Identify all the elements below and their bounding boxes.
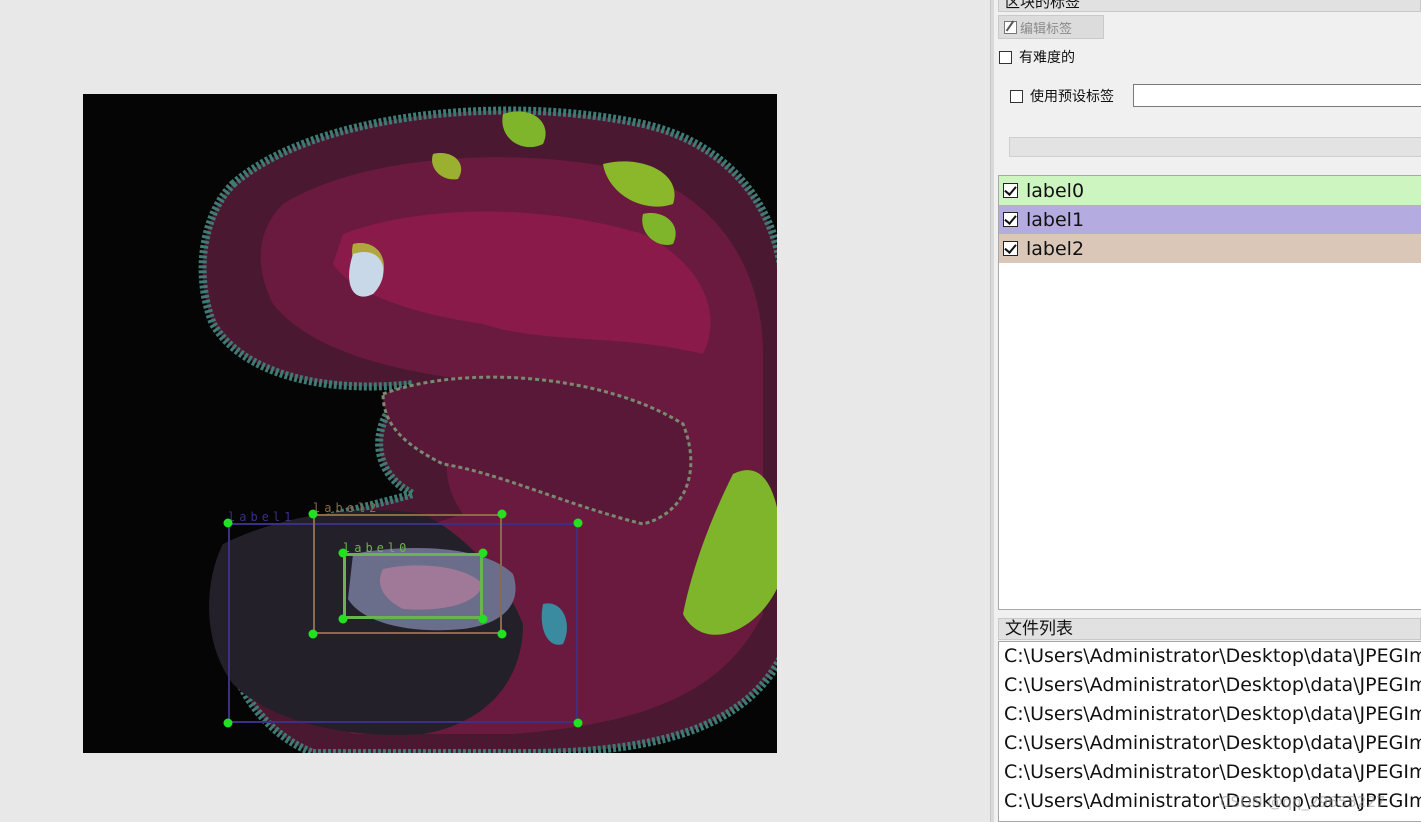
bbox-handle[interactable] [478, 614, 488, 624]
bbox-label0-text: label0 [343, 541, 411, 555]
bbox-handle[interactable] [223, 518, 233, 528]
bbox-handle[interactable] [308, 629, 318, 639]
bbox-handle[interactable] [338, 548, 348, 558]
label-list[interactable]: label0 label1 label2 [998, 175, 1421, 610]
right-dock-panel: 区块的标签 编辑标签 有难度的 使用预设标签 label0 label1 lab… [994, 0, 1421, 822]
file-list-item[interactable]: C:\Users\Administrator\Desktop\data\JPEG… [999, 700, 1421, 729]
watermark-text: CSDN @qq_29653227 [1220, 793, 1386, 811]
region-labels-title: 区块的标签 [998, 0, 1421, 12]
difficult-checkbox[interactable] [999, 50, 1012, 64]
file-list-item[interactable]: C:\Users\Administrator\Desktop\data\JPEG… [999, 758, 1421, 787]
label-name: label0 [1026, 179, 1085, 202]
difficult-checkbox-row[interactable]: 有难度的 [999, 47, 1075, 67]
file-list-title: 文件列表 [998, 618, 1421, 640]
preset-label-input[interactable] [1133, 84, 1421, 107]
use-preset-checkbox-row[interactable]: 使用预设标签 [1010, 86, 1114, 106]
edit-label-button-text: 编辑标签 [1020, 21, 1073, 37]
bbox-label1-text: label1 [228, 510, 296, 524]
edit-icon [1004, 20, 1017, 34]
bbox-label2-text: label2 [313, 501, 381, 515]
label-list-item[interactable]: label2 [999, 234, 1421, 263]
label-name: label2 [1026, 237, 1085, 260]
label-visible-checkbox[interactable] [1003, 241, 1018, 256]
file-list-item[interactable]: C:\Users\Administrator\Desktop\data\JPEG… [999, 729, 1421, 758]
bbox-handle[interactable] [478, 548, 488, 558]
file-list-item[interactable]: C:\Users\Administrator\Desktop\data\JPEG… [999, 671, 1421, 700]
use-preset-checkbox-label: 使用预设标签 [1030, 89, 1114, 105]
bbox-label0[interactable] [343, 553, 483, 619]
label-list-item[interactable]: label0 [999, 176, 1421, 205]
bbox-handle[interactable] [223, 718, 233, 728]
preset-label-combo[interactable] [1009, 137, 1421, 157]
use-preset-checkbox[interactable] [1010, 89, 1023, 103]
label-visible-checkbox[interactable] [1003, 212, 1018, 227]
edit-label-button[interactable]: 编辑标签 [998, 15, 1104, 39]
label-list-item[interactable]: label1 [999, 205, 1421, 234]
difficult-checkbox-label: 有难度的 [1019, 50, 1075, 66]
bbox-handle[interactable] [573, 718, 583, 728]
bbox-handle[interactable] [497, 629, 507, 639]
label-visible-checkbox[interactable] [1003, 183, 1018, 198]
bbox-handle[interactable] [497, 509, 507, 519]
label-name: label1 [1026, 208, 1085, 231]
bbox-handle[interactable] [338, 614, 348, 624]
image-canvas[interactable]: label1 label2 label0 [0, 0, 990, 822]
bbox-handle[interactable] [573, 518, 583, 528]
bbox-handle[interactable] [308, 509, 318, 519]
file-list-item[interactable]: C:\Users\Administrator\Desktop\data\JPEG… [999, 642, 1421, 671]
